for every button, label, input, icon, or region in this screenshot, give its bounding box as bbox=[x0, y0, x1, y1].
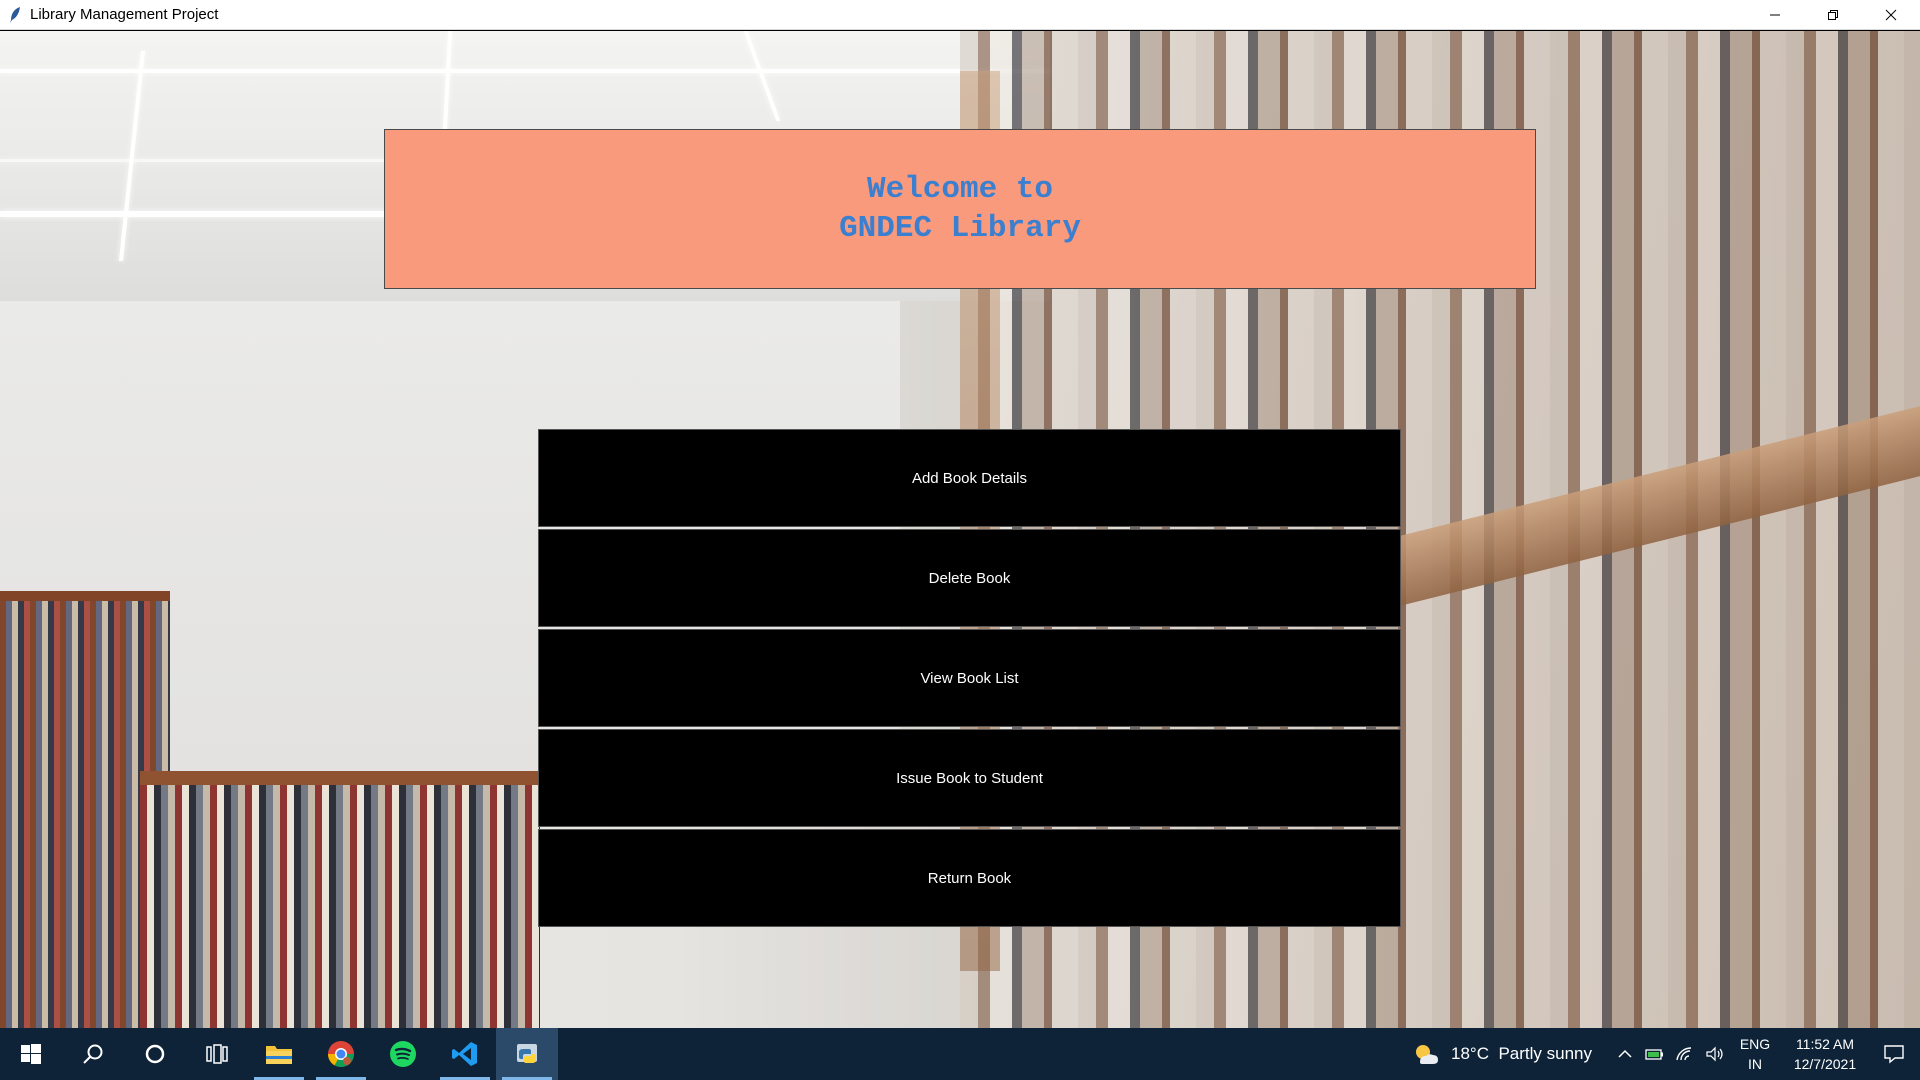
weather-condition: Partly sunny bbox=[1498, 1044, 1592, 1063]
chrome-icon[interactable] bbox=[310, 1028, 372, 1080]
window-titlebar: Library Management Project bbox=[0, 0, 1920, 30]
vscode-icon[interactable] bbox=[434, 1028, 496, 1080]
file-explorer-icon[interactable] bbox=[248, 1028, 310, 1080]
welcome-banner: Welcome to GNDEC Library bbox=[384, 129, 1536, 289]
chevron-up-icon[interactable] bbox=[1610, 1049, 1640, 1059]
python-icon[interactable] bbox=[496, 1028, 558, 1080]
banner-line-2: GNDEC Library bbox=[839, 211, 1081, 246]
battery-icon[interactable] bbox=[1640, 1047, 1670, 1061]
restore-button[interactable] bbox=[1804, 0, 1862, 30]
return-book-button[interactable]: Return Book bbox=[538, 829, 1401, 927]
windows-taskbar: 18°C Partly sunny ENG IN 11:52 AM 12/7/2… bbox=[0, 1028, 1920, 1080]
volume-icon[interactable] bbox=[1700, 1046, 1730, 1062]
window-title: Library Management Project bbox=[30, 6, 219, 23]
spotify-icon[interactable] bbox=[372, 1028, 434, 1080]
delete-book-button[interactable]: Delete Book bbox=[538, 529, 1401, 627]
issue-book-button[interactable]: Issue Book to Student bbox=[538, 729, 1401, 827]
system-tray: 18°C Partly sunny ENG IN 11:52 AM 12/7/2… bbox=[1409, 1028, 1920, 1080]
cortana-icon[interactable] bbox=[124, 1028, 186, 1080]
weather-icon[interactable] bbox=[1409, 1042, 1443, 1066]
add-book-details-button[interactable]: Add Book Details bbox=[538, 429, 1401, 527]
clock-date: 12/7/2021 bbox=[1793, 1056, 1857, 1072]
language-indicator[interactable]: ENG IN bbox=[1730, 1034, 1780, 1074]
view-book-list-button[interactable]: View Book List bbox=[538, 629, 1401, 727]
wifi-icon[interactable] bbox=[1670, 1046, 1700, 1062]
close-button[interactable] bbox=[1862, 0, 1920, 30]
clock-time: 11:52 AM bbox=[1795, 1036, 1855, 1052]
search-icon[interactable] bbox=[62, 1028, 124, 1080]
main-menu: Add Book Details Delete Book View Book L… bbox=[538, 429, 1401, 929]
window-controls bbox=[1746, 0, 1920, 30]
clock[interactable]: 11:52 AM 12/7/2021 bbox=[1782, 1034, 1868, 1074]
windows-start-icon[interactable] bbox=[0, 1028, 62, 1080]
banner-line-1: Welcome to bbox=[866, 172, 1054, 207]
feather-app-icon bbox=[0, 0, 30, 30]
minimize-button[interactable] bbox=[1746, 0, 1804, 30]
weather-temp[interactable]: 18°C Partly sunny bbox=[1451, 1044, 1592, 1064]
task-view-icon[interactable] bbox=[186, 1028, 248, 1080]
notification-icon[interactable] bbox=[1868, 1044, 1920, 1064]
